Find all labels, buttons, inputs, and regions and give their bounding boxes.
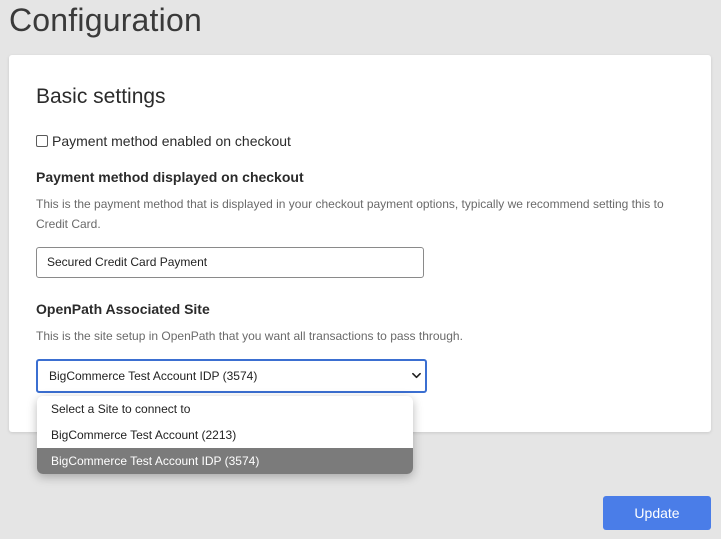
associated-site-select[interactable]: BigCommerce Test Account IDP (3574): [36, 359, 427, 393]
payment-enabled-checkbox-row[interactable]: Payment method enabled on checkout: [36, 133, 291, 149]
page-title: Configuration: [9, 2, 202, 38]
display-name-label: Payment method displayed on checkout: [36, 169, 304, 185]
site-option-3574[interactable]: BigCommerce Test Account IDP (3574): [37, 448, 413, 474]
display-name-help: This is the payment method that is displ…: [36, 197, 664, 231]
associated-site-label: OpenPath Associated Site: [36, 301, 210, 317]
payment-enabled-checkbox[interactable]: [36, 135, 48, 147]
basic-settings-card: Basic settings Payment method enabled on…: [9, 55, 711, 432]
update-button[interactable]: Update: [603, 496, 711, 530]
site-option-2213[interactable]: BigCommerce Test Account (2213): [37, 422, 413, 448]
section-title: Basic settings: [36, 85, 166, 108]
payment-enabled-label: Payment method enabled on checkout: [52, 133, 291, 149]
site-option-placeholder[interactable]: Select a Site to connect to: [37, 396, 413, 422]
associated-site-dropdown: Select a Site to connect to BigCommerce …: [37, 396, 413, 474]
associated-site-selected-value: BigCommerce Test Account IDP (3574): [49, 369, 258, 383]
associated-site-help: This is the site setup in OpenPath that …: [36, 329, 463, 343]
chevron-down-icon: [412, 372, 421, 379]
display-name-input[interactable]: Secured Credit Card Payment: [36, 247, 424, 278]
configuration-page: Configuration Basic settings Payment met…: [0, 0, 721, 539]
